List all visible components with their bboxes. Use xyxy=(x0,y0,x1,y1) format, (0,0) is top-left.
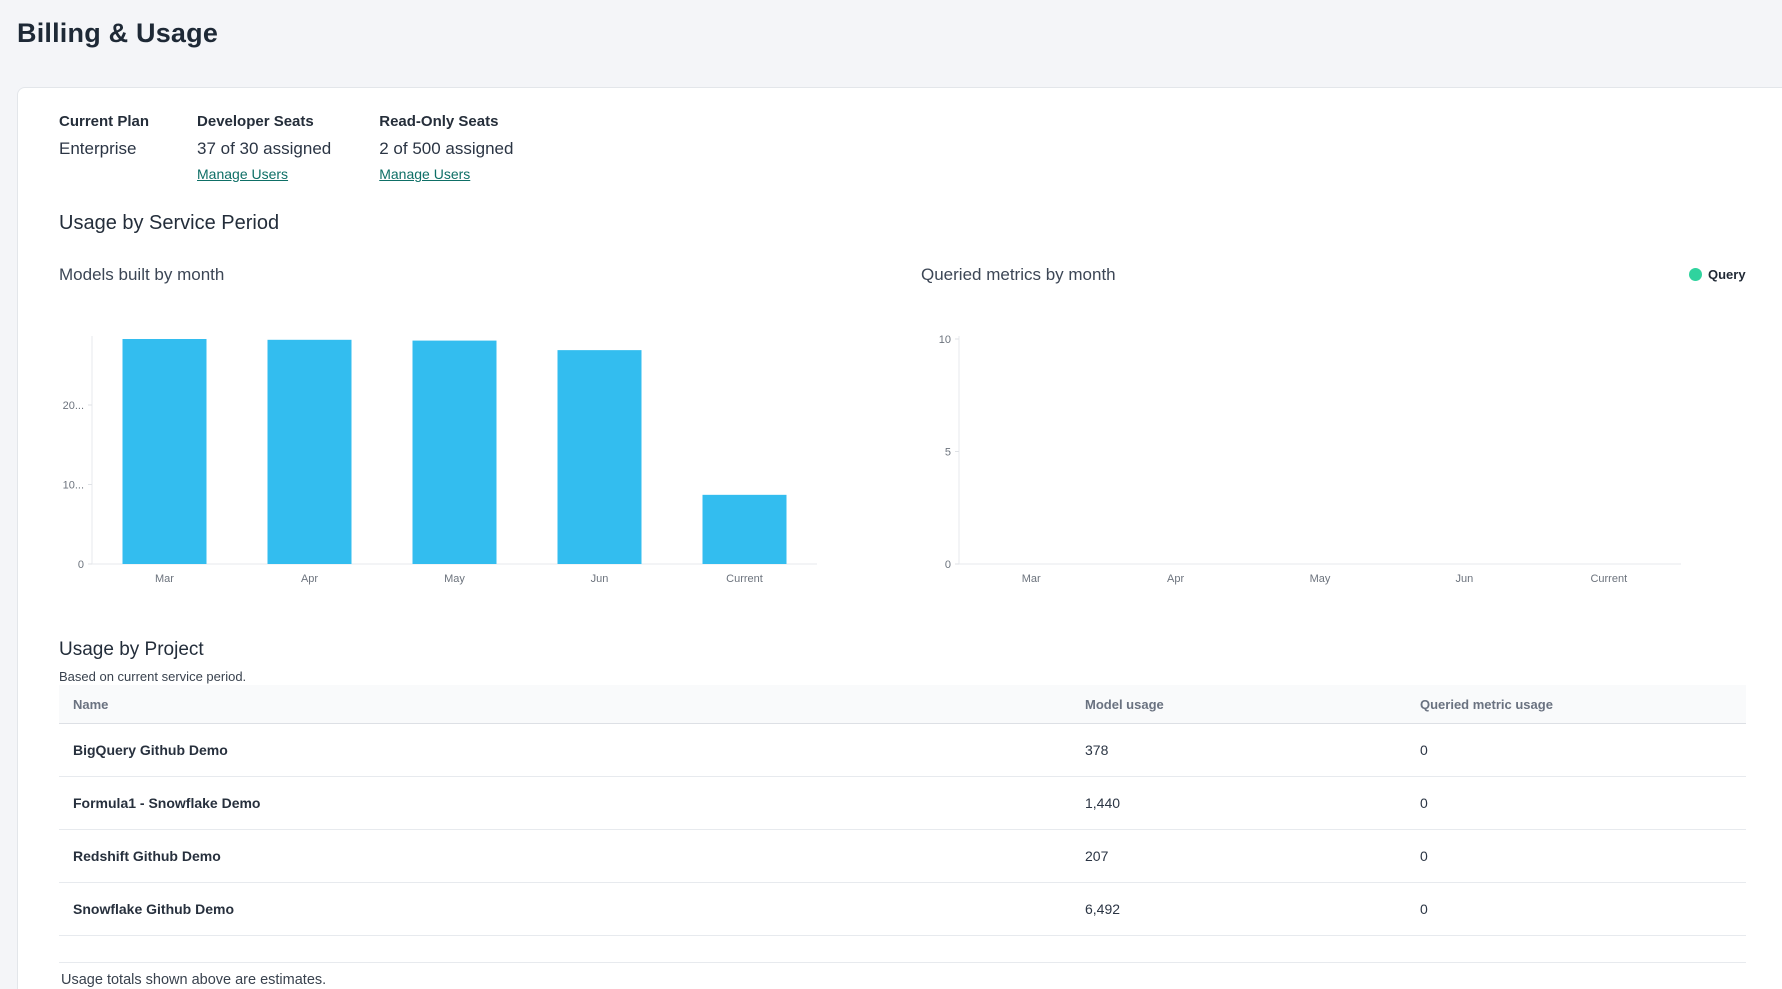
svg-text:5: 5 xyxy=(945,447,951,459)
table-body: BigQuery Github Demo3780Formula1 - Snowf… xyxy=(59,724,1746,936)
readonly-seats-label: Read-Only Seats xyxy=(379,113,513,130)
current-plan-label: Current Plan xyxy=(59,113,149,130)
queried-metric-usage-cell: 0 xyxy=(1420,795,1746,811)
legend-label: Query xyxy=(1708,267,1746,282)
queried-metrics-chart: 0 5 10 Mar Apr May Jun Current xyxy=(921,301,1711,596)
svg-text:Current: Current xyxy=(1590,573,1627,585)
plan-summary: Current Plan Enterprise Developer Seats … xyxy=(59,113,513,182)
svg-text:0: 0 xyxy=(78,559,84,571)
column-header-model-usage: Model usage xyxy=(1085,697,1420,712)
project-name-cell: BigQuery Github Demo xyxy=(59,742,1085,758)
usage-estimates-footnote: Usage totals shown above are estimates. xyxy=(61,972,326,988)
table-row: BigQuery Github Demo3780 xyxy=(59,724,1746,777)
svg-text:May: May xyxy=(444,573,465,585)
current-plan-value: Enterprise xyxy=(59,139,149,159)
manage-users-link-developer[interactable]: Manage Users xyxy=(197,166,288,182)
developer-seats-value: 37 of 30 assigned xyxy=(197,139,331,159)
queried-metric-usage-cell: 0 xyxy=(1420,848,1746,864)
table-row: Redshift Github Demo2070 xyxy=(59,830,1746,883)
queried-metrics-chart-title: Queried metrics by month xyxy=(921,265,1116,285)
model-usage-cell: 6,492 xyxy=(1085,901,1420,917)
page-title: Billing & Usage xyxy=(17,18,218,49)
usage-by-project-table: Name Model usage Queried metric usage Bi… xyxy=(59,685,1746,963)
developer-seats-column: Developer Seats 37 of 30 assigned Manage… xyxy=(197,113,331,182)
models-built-chart-title: Models built by month xyxy=(59,265,224,285)
developer-seats-label: Developer Seats xyxy=(197,113,331,130)
readonly-seats-value: 2 of 500 assigned xyxy=(379,139,513,159)
models-built-chart: 0 10... 20... Mar Apr May Jun Current xyxy=(59,301,819,596)
billing-card: Current Plan Enterprise Developer Seats … xyxy=(17,87,1782,989)
table-row: Snowflake Github Demo6,4920 xyxy=(59,883,1746,936)
model-usage-cell: 1,440 xyxy=(1085,795,1420,811)
models-built-chart-svg: 0 10... 20... Mar Apr May Jun Current xyxy=(59,301,819,591)
svg-text:0: 0 xyxy=(945,559,951,571)
svg-text:Current: Current xyxy=(726,573,763,585)
queried-metric-usage-cell: 0 xyxy=(1420,742,1746,758)
usage-by-project-subtitle: Based on current service period. xyxy=(59,669,246,684)
queried-metric-usage-cell: 0 xyxy=(1420,901,1746,917)
column-header-queried-metric-usage: Queried metric usage xyxy=(1420,697,1746,712)
svg-text:May: May xyxy=(1310,573,1331,585)
table-header-row: Name Model usage Queried metric usage xyxy=(59,685,1746,724)
svg-text:10...: 10... xyxy=(63,479,84,491)
model-usage-cell: 378 xyxy=(1085,742,1420,758)
manage-users-link-readonly[interactable]: Manage Users xyxy=(379,166,470,182)
svg-text:Jun: Jun xyxy=(591,573,609,585)
svg-text:10: 10 xyxy=(939,334,951,346)
svg-text:Mar: Mar xyxy=(1022,573,1041,585)
model-usage-cell: 207 xyxy=(1085,848,1420,864)
queried-metrics-chart-svg: 0 5 10 Mar Apr May Jun Current xyxy=(921,301,1711,591)
project-name-cell: Snowflake Github Demo xyxy=(59,901,1085,917)
svg-text:20...: 20... xyxy=(63,400,84,412)
project-name-cell: Redshift Github Demo xyxy=(59,848,1085,864)
table-footer-row xyxy=(59,936,1746,963)
svg-text:Apr: Apr xyxy=(1167,573,1184,585)
svg-text:Apr: Apr xyxy=(301,573,318,585)
svg-text:Jun: Jun xyxy=(1456,573,1474,585)
project-name-cell: Formula1 - Snowflake Demo xyxy=(59,795,1085,811)
svg-text:Mar: Mar xyxy=(155,573,174,585)
table-row: Formula1 - Snowflake Demo1,4400 xyxy=(59,777,1746,830)
readonly-seats-column: Read-Only Seats 2 of 500 assigned Manage… xyxy=(379,113,513,182)
usage-by-project-title: Usage by Project xyxy=(59,639,204,661)
legend-dot-icon xyxy=(1689,268,1702,281)
current-plan-column: Current Plan Enterprise xyxy=(59,113,149,182)
usage-by-service-period-title: Usage by Service Period xyxy=(59,212,279,235)
column-header-name: Name xyxy=(59,697,1085,712)
legend-item-query[interactable]: Query xyxy=(1689,267,1746,282)
